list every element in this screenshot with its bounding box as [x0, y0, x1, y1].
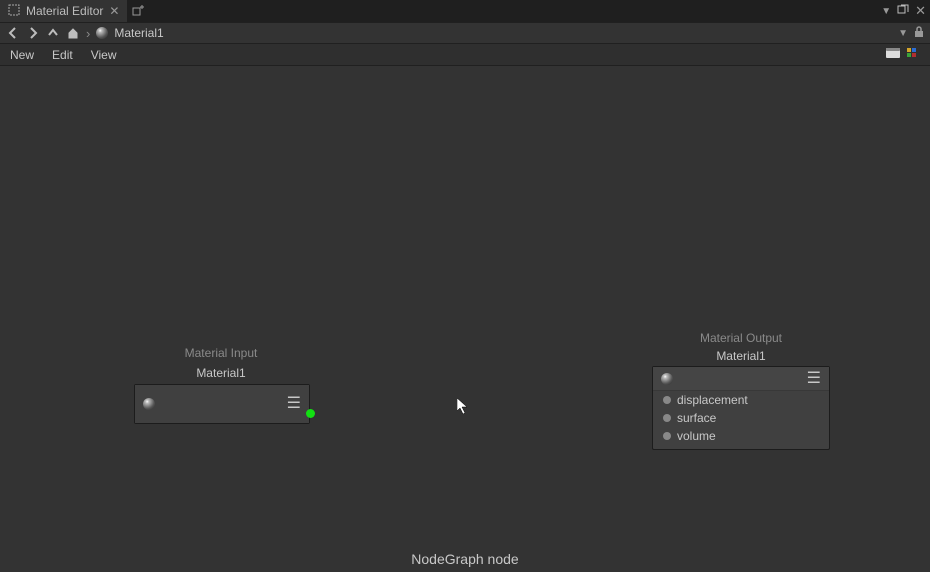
node-menu-icon[interactable]: ☰	[807, 371, 821, 387]
status-text: NodeGraph node	[0, 551, 930, 567]
tab-icon	[8, 4, 20, 19]
mouse-cursor-icon	[457, 398, 469, 417]
node-output-port[interactable]	[306, 409, 315, 418]
new-tab-button[interactable]	[127, 0, 149, 22]
socket-label: surface	[677, 411, 716, 425]
dropdown-icon[interactable]: ▼	[881, 6, 891, 17]
up-button[interactable]	[46, 26, 60, 40]
node-type-label: Material Output	[651, 331, 831, 345]
tab-bar: Material Editor ✕ ▼ ✕	[0, 0, 930, 22]
node-graph-canvas[interactable]: Material Input Material1 ☰ Material Outp…	[0, 66, 930, 572]
back-button[interactable]	[6, 26, 20, 40]
nav-bar: › Material1 ▼	[0, 22, 930, 44]
node-material-output[interactable]: ☰ displacement surface volume	[652, 366, 830, 450]
breadcrumb-name[interactable]: Material1	[114, 26, 163, 40]
tab-material-editor[interactable]: Material Editor ✕	[0, 0, 127, 22]
menu-view[interactable]: View	[91, 48, 117, 62]
material-icon	[661, 373, 673, 385]
node-type-label: Material Input	[131, 346, 311, 360]
close-panel-icon[interactable]: ✕	[915, 3, 926, 19]
palette-icon[interactable]	[906, 48, 920, 62]
tab-close-icon[interactable]: ✕	[109, 4, 119, 18]
card-icon[interactable]	[886, 47, 900, 62]
socket-label: volume	[677, 429, 716, 443]
node-menu-icon[interactable]: ☰	[287, 396, 301, 412]
forward-button[interactable]	[26, 26, 40, 40]
home-button[interactable]	[66, 26, 80, 40]
expand-icon[interactable]	[897, 4, 909, 19]
menu-new[interactable]: New	[10, 48, 34, 62]
socket-displacement[interactable]: displacement	[653, 391, 829, 409]
menu-edit[interactable]: Edit	[52, 48, 73, 62]
material-icon	[143, 398, 155, 410]
input-port-icon[interactable]	[663, 414, 671, 422]
socket-volume[interactable]: volume	[653, 427, 829, 449]
node-material-input[interactable]: ☰	[134, 384, 310, 424]
input-port-icon[interactable]	[663, 432, 671, 440]
node-name-label: Material1	[651, 349, 831, 363]
socket-surface[interactable]: surface	[653, 409, 829, 427]
history-dropdown-icon[interactable]: ▼	[898, 28, 908, 39]
material-icon	[96, 27, 108, 39]
breadcrumb-separator: ›	[86, 26, 90, 41]
socket-label: displacement	[677, 393, 748, 407]
tab-title: Material Editor	[26, 4, 103, 18]
menu-bar: New Edit View	[0, 44, 930, 66]
lock-icon[interactable]	[914, 26, 924, 41]
tab-bar-right: ▼ ✕	[881, 0, 930, 22]
input-port-icon[interactable]	[663, 396, 671, 404]
node-name-label: Material1	[131, 366, 311, 380]
